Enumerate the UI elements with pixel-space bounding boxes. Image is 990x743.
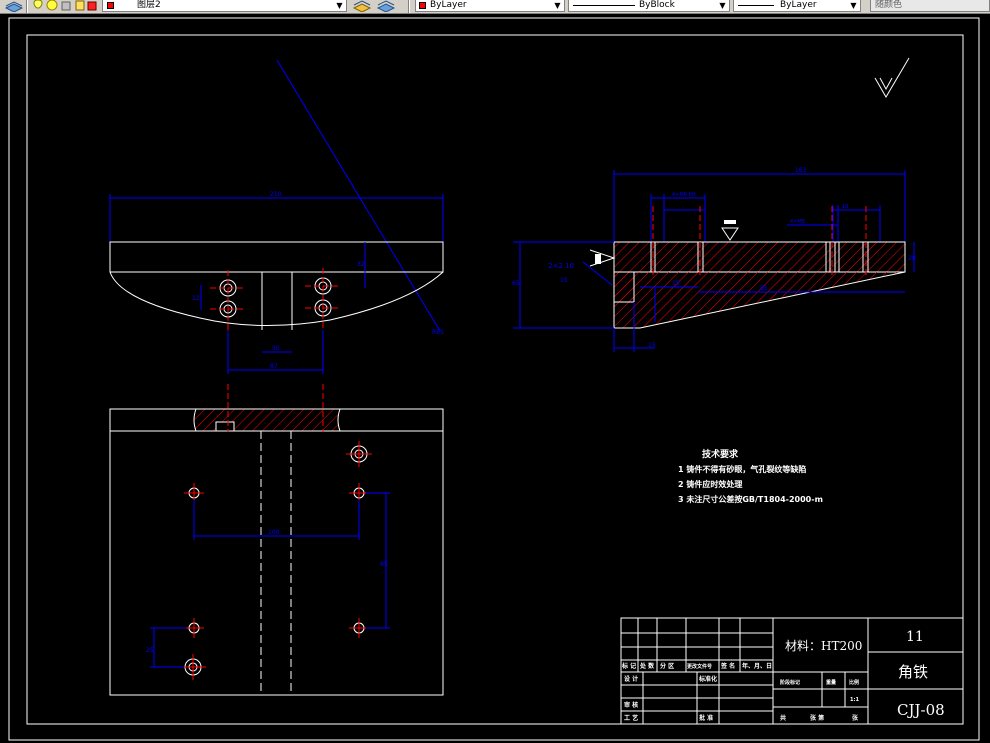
layer-manager-icon[interactable] <box>4 0 26 13</box>
layer-color-swatch <box>107 2 114 9</box>
label-approve: 批 准 <box>699 714 713 722</box>
roughness-symbol <box>874 57 910 98</box>
header-cell-5: 签 名 <box>720 662 735 670</box>
header-cell-4: 更改文件号 <box>687 663 712 670</box>
label-weight: 重量 <box>826 679 836 686</box>
header-cell-6: 年、月、日 <box>742 662 772 670</box>
layer-select[interactable]: 图层2 ▼ <box>102 0 347 12</box>
linetype-preview <box>573 5 635 6</box>
label-sheets-total: 共 <box>780 714 786 722</box>
title-block-text: 材料：HT200 11 角铁 CJJ-08 标 记 处 数 分 区 更改文件号 … <box>621 629 945 722</box>
properties-toolbar: 图层2 ▼ ByLayer ▼ ByBlock ▼ ByLayer ▼ 随颜色 <box>0 0 990 14</box>
header-cell-2: 处 数 <box>639 662 655 670</box>
scale-value: 1:1 <box>850 697 859 703</box>
drawing-canvas[interactable]: R65 210 32 12 50 87 163 4×M8-6H 4×M8 18 … <box>0 14 990 743</box>
label-stage: 阶段标记 <box>780 679 800 686</box>
dim-right-total: 163 <box>795 167 807 174</box>
front-view: R65 210 32 12 50 87 <box>109 59 444 374</box>
color-select[interactable]: ByLayer ▼ <box>415 0 565 12</box>
dim-bottom-h2: 25 <box>146 647 154 654</box>
material-label: 材料：HT200 <box>785 639 862 653</box>
chevron-down-icon[interactable]: ▼ <box>552 0 563 11</box>
label-sheet: 张 <box>852 714 859 722</box>
sheet-inner-border <box>26 34 964 725</box>
lineweight-select[interactable]: ByLayer ▼ <box>733 0 861 12</box>
dim-right-len: 85 <box>760 285 768 292</box>
dim-span-outer: 87 <box>270 363 278 370</box>
toolbar-separator <box>26 0 28 13</box>
dim-right-b: 15 <box>648 342 656 349</box>
dim-bottom-span: 100 <box>268 529 280 536</box>
lineweight-select-value: ByLayer <box>780 0 817 10</box>
radius-label: R65 <box>432 329 444 336</box>
label-standardization: 标准化 <box>698 675 717 683</box>
label-process: 工 艺 <box>624 714 638 722</box>
label-scale: 比例 <box>849 679 859 686</box>
dim-right-w: 28 <box>908 255 916 262</box>
chevron-down-icon[interactable]: ▼ <box>717 0 728 11</box>
dim-right-base: 18 <box>672 280 680 287</box>
top-view: 100 85 25 <box>109 384 444 696</box>
chevron-down-icon[interactable]: ▼ <box>334 0 345 11</box>
dim-right-sub1: 4×M8-6H <box>672 192 696 198</box>
tech-req-title: 技术要求 <box>702 448 739 460</box>
color-swatch <box>419 2 426 9</box>
plotstyle-select-value: 随颜色 <box>875 0 903 10</box>
layer-previous-icon[interactable] <box>376 0 396 13</box>
layer-select-value: 图层2 <box>137 0 161 10</box>
dim-slot2: 15 <box>560 277 568 284</box>
quantity-value: 11 <box>906 629 924 645</box>
lineweight-preview <box>738 5 774 6</box>
dim-slot: 2×2 10 <box>548 262 574 270</box>
color-select-value: ByLayer <box>430 0 467 10</box>
dim-right-sub2: 4×M8 <box>790 219 805 225</box>
dim-right-sub3: 18 <box>842 204 848 210</box>
toolbar-separator <box>408 0 410 13</box>
tech-req-item-2: 2 铸件应时效处理 <box>678 479 742 489</box>
dim-hole-a: 12 <box>192 295 200 302</box>
header-cell-3: 分 区 <box>660 662 674 670</box>
side-section-view: 163 4×M8-6H 4×M8 18 65 2×2 10 15 28 18 8… <box>512 167 916 352</box>
plotstyle-select[interactable]: 随颜色 <box>870 0 990 12</box>
label-design: 设 计 <box>624 675 638 683</box>
label-sheet-of: 张 第 <box>810 714 824 722</box>
dim-top-width: 210 <box>270 191 282 198</box>
dim-right-h2: 65 <box>512 280 520 287</box>
chevron-down-icon[interactable]: ▼ <box>848 0 859 11</box>
linetype-select[interactable]: ByBlock ▼ <box>568 0 730 12</box>
part-name: 角铁 <box>898 663 928 681</box>
header-cell-1: 标 记 <box>621 662 636 670</box>
dim-bottom-h: 85 <box>380 561 388 568</box>
tech-req-item-3: 3 未注尺寸公差按GB/T1804-2000-m <box>678 494 823 504</box>
linetype-select-value: ByBlock <box>639 0 675 10</box>
label-review: 审 核 <box>624 701 638 709</box>
tech-req-item-1: 1 铸件不得有砂眼，气孔裂纹等缺陷 <box>678 464 806 474</box>
dim-height-a: 32 <box>357 261 365 268</box>
drawing-number: CJJ-08 <box>897 701 945 719</box>
dim-span-inner: 50 <box>272 345 280 352</box>
technical-requirements: 技术要求 1 铸件不得有砂眼，气孔裂纹等缺陷 2 铸件应时效处理 3 未注尺寸公… <box>678 448 823 504</box>
make-layer-current-icon[interactable] <box>352 0 372 13</box>
